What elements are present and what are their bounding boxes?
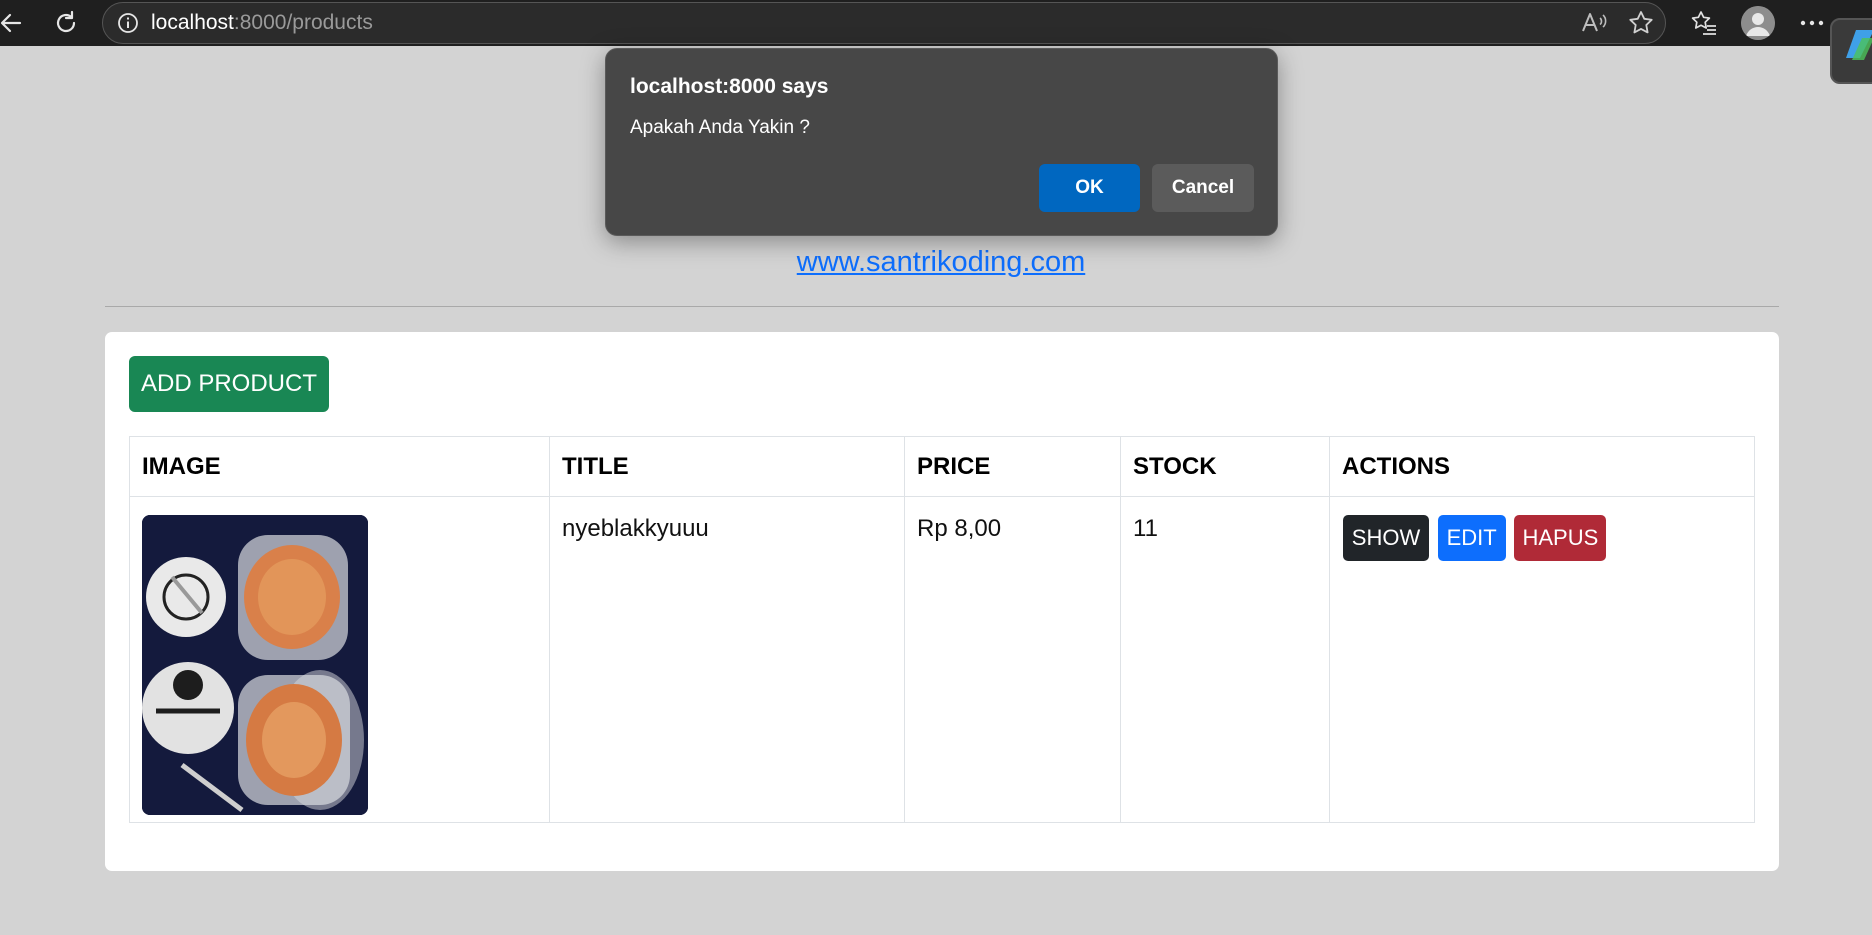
site-info-icon[interactable] xyxy=(115,10,141,36)
read-aloud-icon[interactable] xyxy=(1577,6,1611,40)
column-header-image: IMAGE xyxy=(129,436,550,497)
column-header-actions: ACTIONS xyxy=(1329,436,1755,497)
favorite-star-icon[interactable] xyxy=(1624,6,1658,40)
reload-icon[interactable] xyxy=(49,6,83,40)
delete-button[interactable]: HAPUS xyxy=(1514,515,1607,561)
divider xyxy=(105,306,1779,307)
copilot-sidebar-icon[interactable] xyxy=(1830,18,1872,84)
image-cell xyxy=(129,496,550,823)
actions-cell: SHOW EDIT HAPUS xyxy=(1329,496,1755,823)
edit-button[interactable]: EDIT xyxy=(1437,515,1506,561)
dialog-message: Apakah Anda Yakin ? xyxy=(630,117,810,138)
url-host: localhost xyxy=(151,11,234,34)
stock-cell: 11 xyxy=(1120,496,1330,823)
confirm-dialog: localhost:8000 says Apakah Anda Yakin ? … xyxy=(605,48,1278,236)
ok-button[interactable]: OK xyxy=(1039,164,1140,212)
cancel-button[interactable]: Cancel xyxy=(1152,164,1254,212)
more-menu-icon[interactable] xyxy=(1795,6,1829,40)
column-header-title: TITLE xyxy=(549,436,905,497)
dialog-title: localhost:8000 says xyxy=(630,75,829,98)
table-row: nyeblakkyuuu Rp 8,00 11 SHOW EDIT HAPUS xyxy=(129,496,1755,823)
profile-icon[interactable] xyxy=(1741,6,1775,40)
show-button[interactable]: SHOW xyxy=(1343,515,1429,561)
url-path: :8000/products xyxy=(233,11,373,34)
price-cell: Rp 8,00 xyxy=(904,496,1121,823)
browser-toolbar: localhost:8000/products xyxy=(0,0,1872,84)
add-product-button[interactable]: ADD PRODUCT xyxy=(129,356,329,412)
product-image xyxy=(142,515,368,815)
column-header-stock: STOCK xyxy=(1120,436,1330,497)
table-header-row: IMAGE TITLE PRICE STOCK ACTIONS xyxy=(129,436,1755,497)
address-bar[interactable]: localhost:8000/products xyxy=(102,2,1666,44)
favorites-list-icon[interactable] xyxy=(1687,6,1721,40)
products-table: IMAGE TITLE PRICE STOCK ACTIONS nyeblakk… xyxy=(129,436,1755,823)
url-text[interactable]: localhost:8000/products xyxy=(151,3,373,43)
site-link[interactable]: www.santrikoding.com xyxy=(0,246,1872,279)
title-cell: nyeblakkyuuu xyxy=(549,496,905,823)
back-icon[interactable] xyxy=(0,6,28,40)
products-card: ADD PRODUCT IMAGE TITLE PRICE STOCK ACTI… xyxy=(105,332,1779,871)
column-header-price: PRICE xyxy=(904,436,1121,497)
